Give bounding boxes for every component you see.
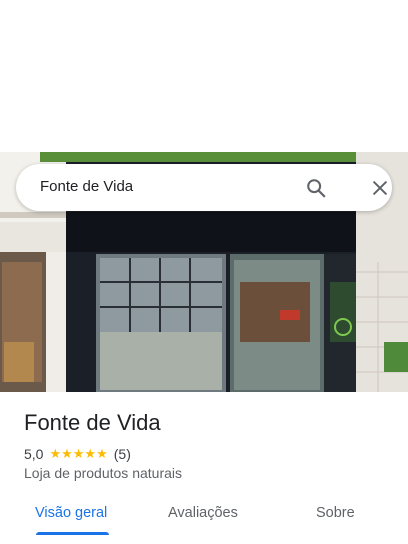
place-category[interactable]: Loja de produtos naturais bbox=[24, 465, 182, 481]
tab-about[interactable]: Sobre bbox=[316, 505, 355, 521]
review-count[interactable]: (5) bbox=[114, 446, 131, 462]
search-input[interactable]: Fonte de Vida bbox=[40, 178, 133, 195]
tab-reviews[interactable]: Avaliações bbox=[168, 505, 238, 521]
rating-value: 5,0 bbox=[24, 446, 44, 462]
place-tabs: Visão geral Avaliações Sobre bbox=[0, 498, 408, 544]
search-button[interactable] bbox=[302, 174, 330, 202]
search-bar[interactable]: Fonte de Vida bbox=[16, 164, 392, 211]
tab-overview[interactable]: Visão geral bbox=[35, 505, 107, 521]
star-rating-icons: ★★★★★ bbox=[49, 446, 108, 461]
place-title: Fonte de Vida bbox=[24, 410, 161, 435]
search-icon bbox=[307, 179, 326, 198]
close-icon bbox=[373, 181, 387, 195]
map-blank-area bbox=[0, 0, 408, 152]
close-button[interactable] bbox=[366, 174, 394, 202]
active-tab-indicator bbox=[36, 532, 109, 535]
place-panel: Fonte de Vida 5,0 ★★★★★ (5) Loja de prod… bbox=[0, 392, 408, 544]
rating-row[interactable]: 5,0 ★★★★★ (5) bbox=[24, 445, 131, 463]
